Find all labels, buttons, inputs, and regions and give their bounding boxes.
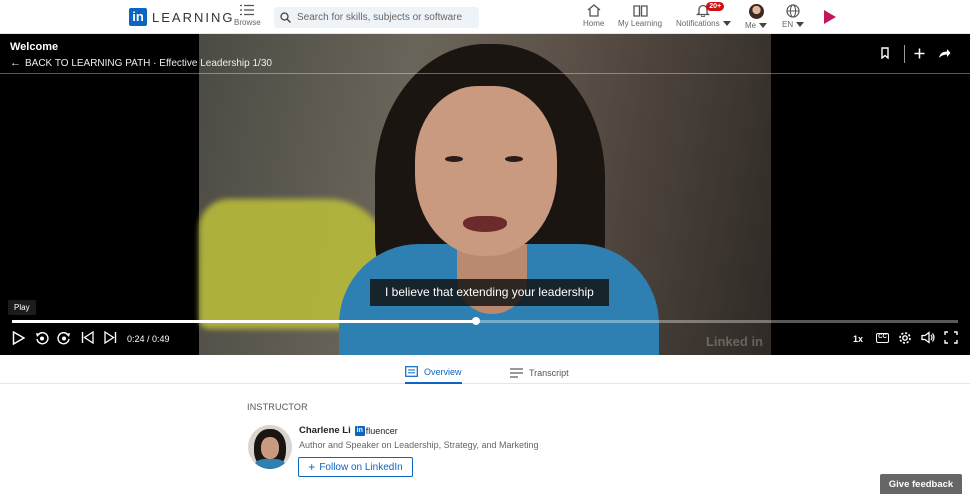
volume-button[interactable]: [921, 331, 936, 344]
instructor-description: Author and Speaker on Leadership, Strate…: [299, 440, 539, 450]
speaker-mouth: [463, 216, 507, 232]
skip-back-icon: [81, 331, 94, 344]
video-top-bar: Welcome ← BACK TO LEARNING PATH · Effect…: [0, 34, 970, 74]
playback-speed-button[interactable]: 1x: [853, 334, 863, 344]
me-label: Me: [745, 21, 757, 30]
forward-10-button[interactable]: [57, 331, 71, 345]
progress-bar[interactable]: [12, 317, 958, 325]
my-learning-button[interactable]: My Learning: [618, 4, 662, 28]
instructor-name-row: Charlene Li in fluencer: [299, 425, 398, 436]
transcript-icon: [510, 367, 523, 378]
closed-captions-button[interactable]: CC: [876, 333, 889, 343]
list-icon: [240, 4, 255, 16]
top-navigation: in LEARNING Browse Home My Learning 20+ …: [0, 0, 970, 34]
notifications-button[interactable]: 20+ Notifications: [676, 2, 731, 28]
video-title: Welcome: [10, 41, 59, 53]
notifications-label: Notifications: [676, 19, 720, 28]
notifications-badge: 20+: [706, 2, 725, 11]
chevron-down-icon: [759, 23, 768, 29]
influencer-label: fluencer: [365, 425, 398, 436]
next-button[interactable]: [104, 331, 117, 344]
play-tooltip: Play: [8, 300, 36, 315]
settings-button[interactable]: [898, 331, 912, 345]
give-feedback-button[interactable]: Give feedback: [880, 474, 962, 494]
browse-label: Browse: [234, 18, 261, 27]
tab-transcript-label: Transcript: [529, 367, 569, 378]
video-player[interactable]: Linked in Welcome ← BACK TO LEARNING PAT…: [0, 34, 970, 355]
notifications-label-row: Notifications: [676, 19, 731, 28]
premium-play-icon[interactable]: [823, 9, 837, 30]
avatar-body: [252, 459, 288, 469]
play-triangle-icon: [824, 10, 836, 24]
my-learning-label: My Learning: [618, 19, 663, 28]
search-input[interactable]: [297, 12, 467, 23]
follow-on-linkedin-button[interactable]: + Follow on LinkedIn: [298, 457, 413, 477]
content-tabs: Overview Transcript: [0, 355, 970, 384]
home-button[interactable]: Home: [583, 4, 604, 28]
play-button[interactable]: [12, 331, 25, 345]
speaker-face: [415, 86, 557, 256]
skip-forward-icon: [104, 331, 117, 344]
home-label: Home: [583, 19, 605, 28]
chevron-down-icon: [722, 21, 731, 27]
back-label: BACK TO LEARNING PATH · Effective Leader…: [25, 57, 272, 69]
instructor-section-label: INSTRUCTOR: [247, 402, 308, 412]
language-button[interactable]: EN: [782, 4, 805, 29]
progress-handle[interactable]: [471, 317, 480, 325]
tab-overview-label: Overview: [424, 366, 462, 377]
me-menu-button[interactable]: Me: [745, 4, 768, 30]
share-icon[interactable]: [938, 47, 951, 62]
me-label-row: Me: [745, 21, 768, 30]
subtitle-caption: I believe that extending your leadership: [370, 279, 609, 306]
fullscreen-icon: [944, 331, 958, 344]
fullscreen-button[interactable]: [944, 331, 958, 344]
avatar: [748, 4, 764, 19]
overview-icon: [405, 366, 418, 377]
language-label: EN: [782, 20, 794, 29]
linkedin-logo-icon: in: [129, 8, 147, 26]
arrow-left-icon: ←: [10, 57, 21, 69]
plus-icon: +: [308, 460, 316, 474]
speaker-eye: [505, 156, 523, 162]
linkedin-watermark: Linked in: [705, 334, 763, 349]
instructor-name[interactable]: Charlene Li: [299, 425, 351, 436]
rewind-icon: [36, 332, 49, 345]
time-display: 0:24 / 0:49: [127, 334, 170, 344]
rewind-10-button[interactable]: [35, 331, 49, 345]
follow-label: Follow on LinkedIn: [319, 461, 403, 473]
linkedin-learning-logo[interactable]: in LEARNING: [129, 8, 234, 26]
language-label-row: EN: [782, 20, 805, 29]
video-frame: Linked in: [199, 34, 771, 355]
play-icon: [12, 331, 25, 345]
notifications-icon-wrap: 20+: [696, 2, 725, 17]
browse-button[interactable]: Browse: [234, 4, 261, 27]
speaker-eye: [445, 156, 463, 162]
back-to-learning-path-link[interactable]: ← BACK TO LEARNING PATH · Effective Lead…: [10, 57, 272, 69]
volume-icon: [921, 331, 935, 344]
globe-icon: [786, 4, 800, 18]
bookmark-icon[interactable]: [880, 47, 890, 62]
book-icon: [632, 5, 648, 17]
divider: [904, 45, 905, 63]
previous-button[interactable]: [81, 331, 94, 344]
chevron-down-icon: [796, 22, 805, 28]
search-icon: [280, 12, 291, 23]
search-bar[interactable]: [274, 7, 479, 28]
influencer-badge-icon: in: [354, 425, 365, 436]
avatar-face: [261, 437, 279, 459]
progress-fill: [12, 320, 476, 323]
add-icon[interactable]: [914, 47, 925, 62]
tab-transcript[interactable]: Transcript: [510, 361, 569, 384]
home-icon: [587, 4, 601, 17]
instructor-avatar[interactable]: [248, 425, 292, 469]
gear-icon: [899, 332, 911, 344]
logo-text: LEARNING: [152, 9, 235, 25]
tab-overview[interactable]: Overview: [405, 361, 462, 384]
forward-icon: [57, 332, 70, 345]
